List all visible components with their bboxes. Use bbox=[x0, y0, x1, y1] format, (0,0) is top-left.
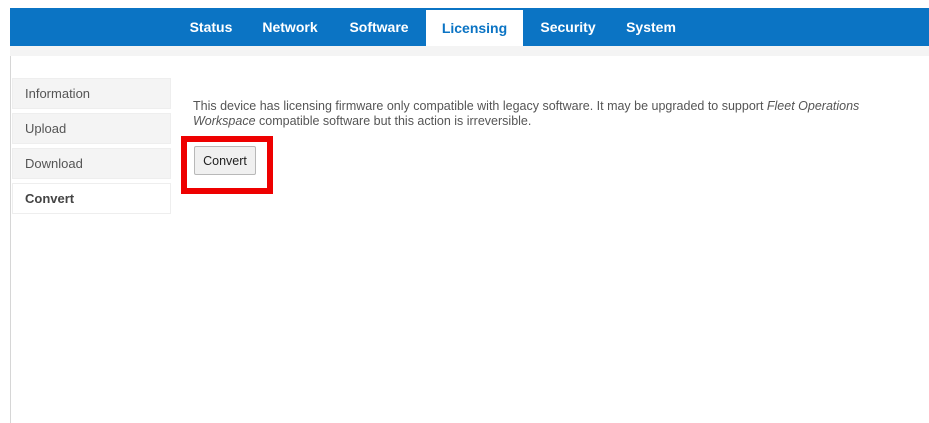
sidebar-item-convert[interactable]: Convert bbox=[12, 183, 171, 214]
sidebar-item-information[interactable]: Information bbox=[12, 78, 171, 109]
convert-button[interactable]: Convert bbox=[194, 146, 256, 175]
page: Status Network Software Licensing Securi… bbox=[0, 0, 929, 423]
licensing-message: This device has licensing firmware only … bbox=[193, 99, 893, 129]
top-navigation-bar: Status Network Software Licensing Securi… bbox=[10, 8, 929, 46]
tab-security[interactable]: Security bbox=[528, 8, 608, 46]
sidebar: Information Upload Download Convert bbox=[12, 78, 171, 218]
message-text-end: compatible software but this action is i… bbox=[255, 114, 532, 128]
sidebar-item-download[interactable]: Download bbox=[12, 148, 171, 179]
tab-status[interactable]: Status bbox=[176, 8, 246, 46]
subnav-strip bbox=[10, 46, 929, 56]
message-text-start: This device has licensing firmware only … bbox=[193, 99, 767, 113]
tab-system[interactable]: System bbox=[618, 8, 684, 46]
tab-licensing[interactable]: Licensing bbox=[426, 10, 523, 46]
sidebar-item-upload[interactable]: Upload bbox=[12, 113, 171, 144]
tab-network[interactable]: Network bbox=[254, 8, 326, 46]
tab-software[interactable]: Software bbox=[341, 8, 417, 46]
left-border bbox=[10, 46, 11, 423]
